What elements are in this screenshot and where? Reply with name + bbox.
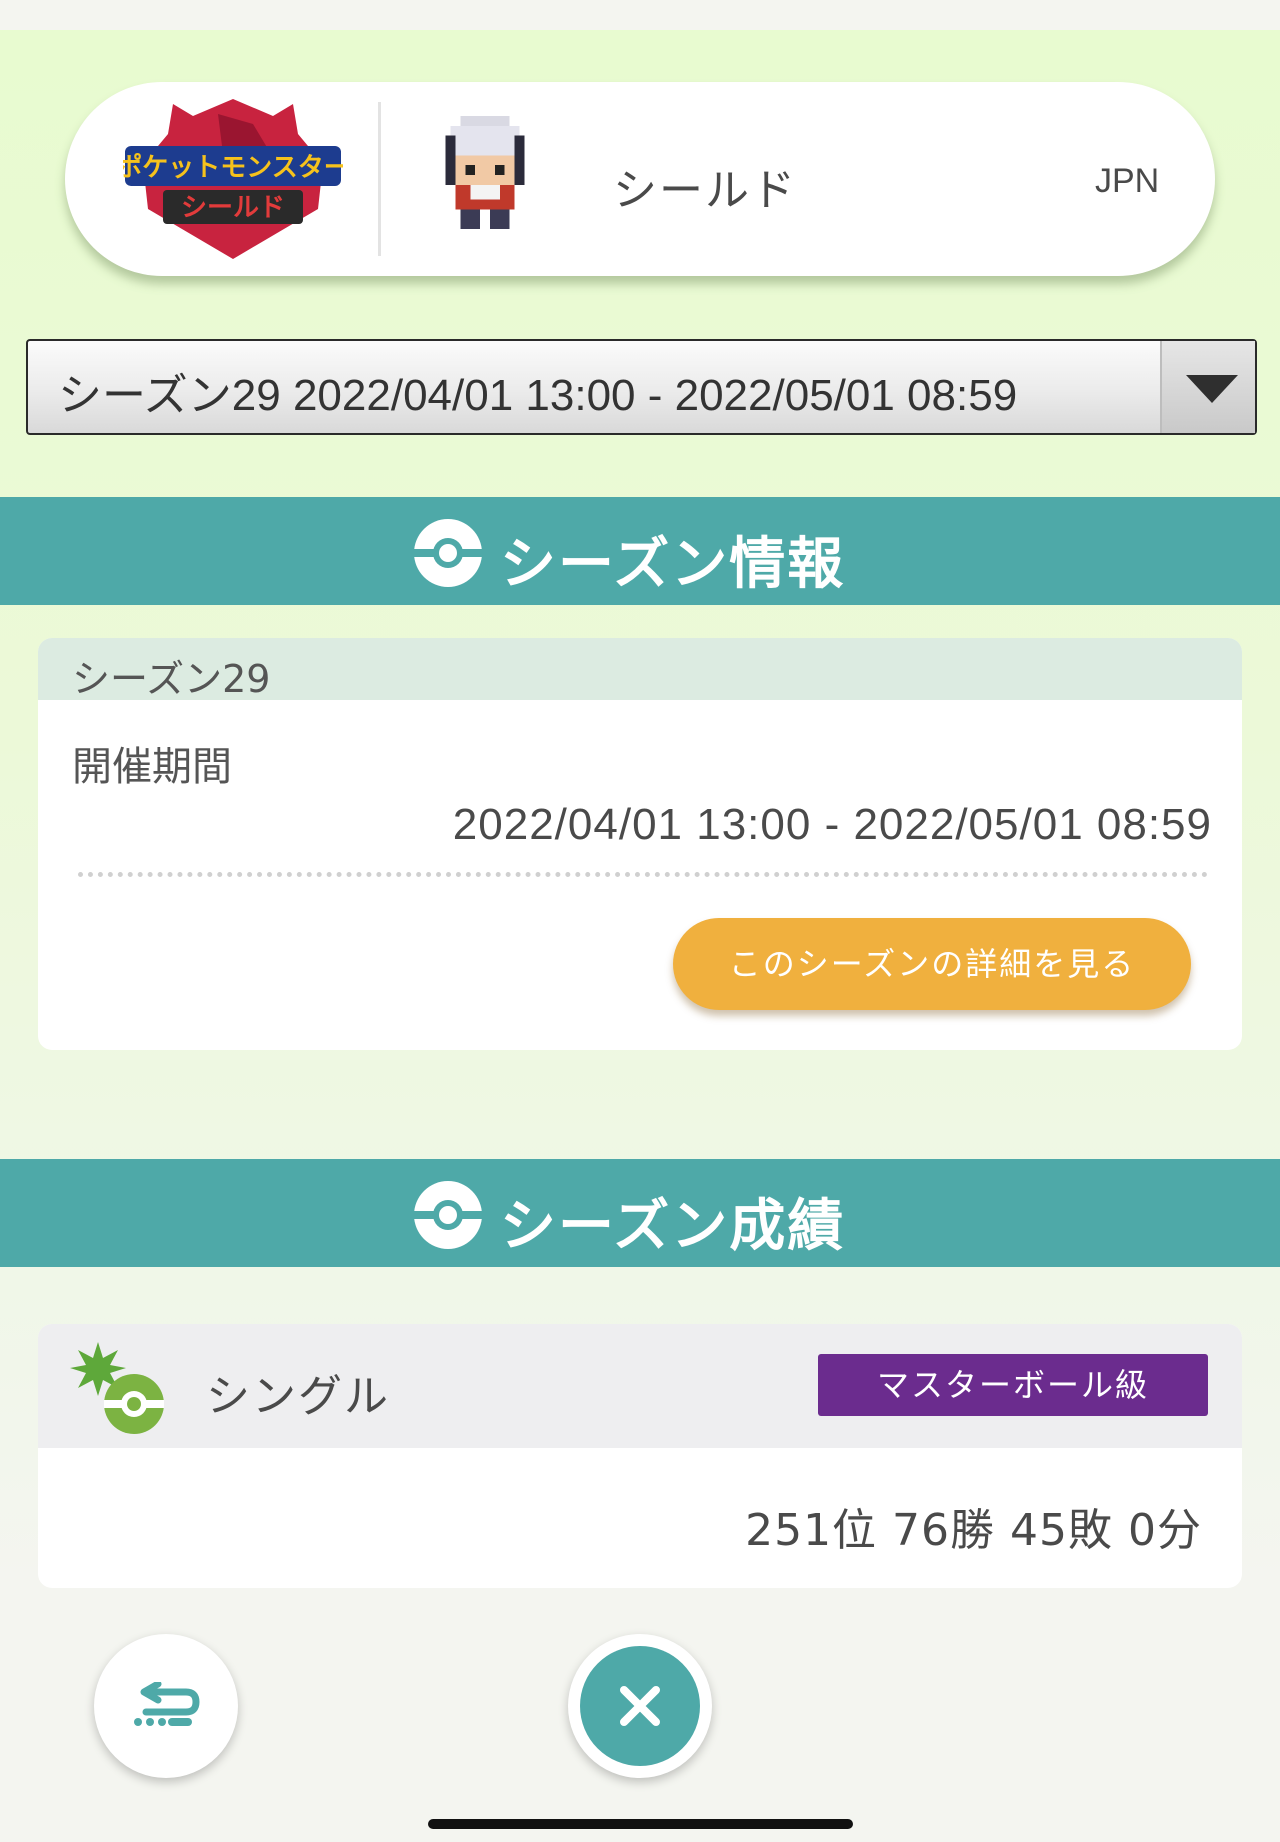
battle-type: シングル <box>206 1371 390 1422</box>
season-detail-button[interactable]: このシーズンの詳細を見る <box>673 918 1191 1010</box>
period-value: 2022/04/01 13:00 - 2022/05/01 08:59 <box>452 800 1212 849</box>
period-label: 開催期間 <box>72 744 232 790</box>
season-results-card: シングル マスターボール級 251位 76勝 45敗 0分 <box>38 1324 1242 1588</box>
svg-text:ポケットモンスター: ポケットモンスター <box>123 152 343 183</box>
home-indicator[interactable] <box>428 1819 853 1829</box>
divider <box>78 872 1208 877</box>
season-select[interactable]: シーズン29 2022/04/01 13:00 - 2022/05/01 08:… <box>26 339 1257 435</box>
rank-badge: マスターボール級 <box>818 1354 1208 1416</box>
season-select-value: シーズン29 2022/04/01 13:00 - 2022/05/01 08:… <box>58 371 1018 420</box>
section-title: シーズン成績 <box>500 1194 846 1259</box>
dropdown-toggle[interactable] <box>1160 341 1255 433</box>
section-title: シーズン情報 <box>500 532 846 597</box>
result-stats: 251位 76勝 45敗 0分 <box>745 1505 1202 1556</box>
game-name: シールド <box>613 165 797 216</box>
single-battle-icon <box>70 1342 164 1434</box>
back-button[interactable] <box>94 1634 238 1778</box>
season-info-header: シーズン情報 <box>0 497 1280 605</box>
chevron-down-icon <box>1186 375 1238 403</box>
close-button[interactable] <box>568 1634 712 1778</box>
close-icon <box>620 1686 660 1726</box>
close-button-face <box>580 1646 700 1766</box>
back-arrow-icon <box>134 1682 200 1726</box>
season-name: シーズン29 <box>38 638 1242 701</box>
status-bar-area <box>0 0 1280 30</box>
season-info-card: シーズン29 開催期間 2022/04/01 13:00 - 2022/05/0… <box>38 638 1242 1050</box>
pokeball-icon <box>414 1181 482 1249</box>
result-header: シングル マスターボール級 <box>38 1324 1242 1448</box>
svg-text:シールド: シールド <box>181 193 285 223</box>
game-logo: ポケットモンスター シールド <box>123 99 343 259</box>
trainer-avatar <box>445 116 525 230</box>
season-results-header: シーズン成績 <box>0 1159 1280 1267</box>
card-divider <box>378 102 381 256</box>
profile-card: ポケットモンスター シールド シールド JPN <box>65 82 1215 276</box>
region-code: JPN <box>1095 162 1160 200</box>
pokeball-icon <box>414 519 482 587</box>
